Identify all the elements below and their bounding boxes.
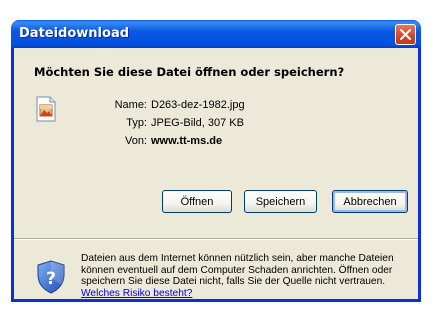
file-name-label: Name: xyxy=(114,99,147,111)
title-bar[interactable]: Dateidownload xyxy=(11,20,421,48)
dialog-title: Dateidownload xyxy=(19,26,130,41)
file-type-label: Typ: xyxy=(126,117,147,129)
file-type-row: Typ: JPEG-Bild, 307 KB xyxy=(14,117,418,131)
shield-question-icon: ? xyxy=(37,260,65,294)
file-source-row: Von: www.tt-ms.de xyxy=(14,135,418,149)
open-button[interactable]: Öffnen xyxy=(162,190,232,213)
file-source-label: Von: xyxy=(124,135,147,147)
file-name-row: Name: D263-dez-1982.jpg xyxy=(14,99,418,113)
cancel-button[interactable]: Abbrechen xyxy=(332,190,408,213)
dialog-question: Möchten Sie diese Datei öffnen oder spei… xyxy=(34,65,345,79)
dialog-body: Möchten Sie diese Datei öffnen oder spei… xyxy=(14,48,418,299)
close-button[interactable] xyxy=(395,24,416,45)
risk-link[interactable]: Welches Risiko besteht? xyxy=(81,288,192,299)
svg-text:?: ? xyxy=(46,269,56,289)
divider xyxy=(14,238,418,240)
warning-text: Dateien aus dem Internet können nützlich… xyxy=(81,253,394,288)
save-button[interactable]: Speichern xyxy=(244,190,317,213)
file-name-value: D263-dez-1982.jpg xyxy=(151,99,245,111)
close-icon xyxy=(400,29,411,40)
file-download-dialog: Dateidownload Möchten Sie diese Datei öf… xyxy=(11,20,421,302)
security-warning: Dateien aus dem Internet können nützlich… xyxy=(81,253,409,299)
file-source-value: www.tt-ms.de xyxy=(151,135,223,147)
file-type-value: JPEG-Bild, 307 KB xyxy=(151,117,244,129)
